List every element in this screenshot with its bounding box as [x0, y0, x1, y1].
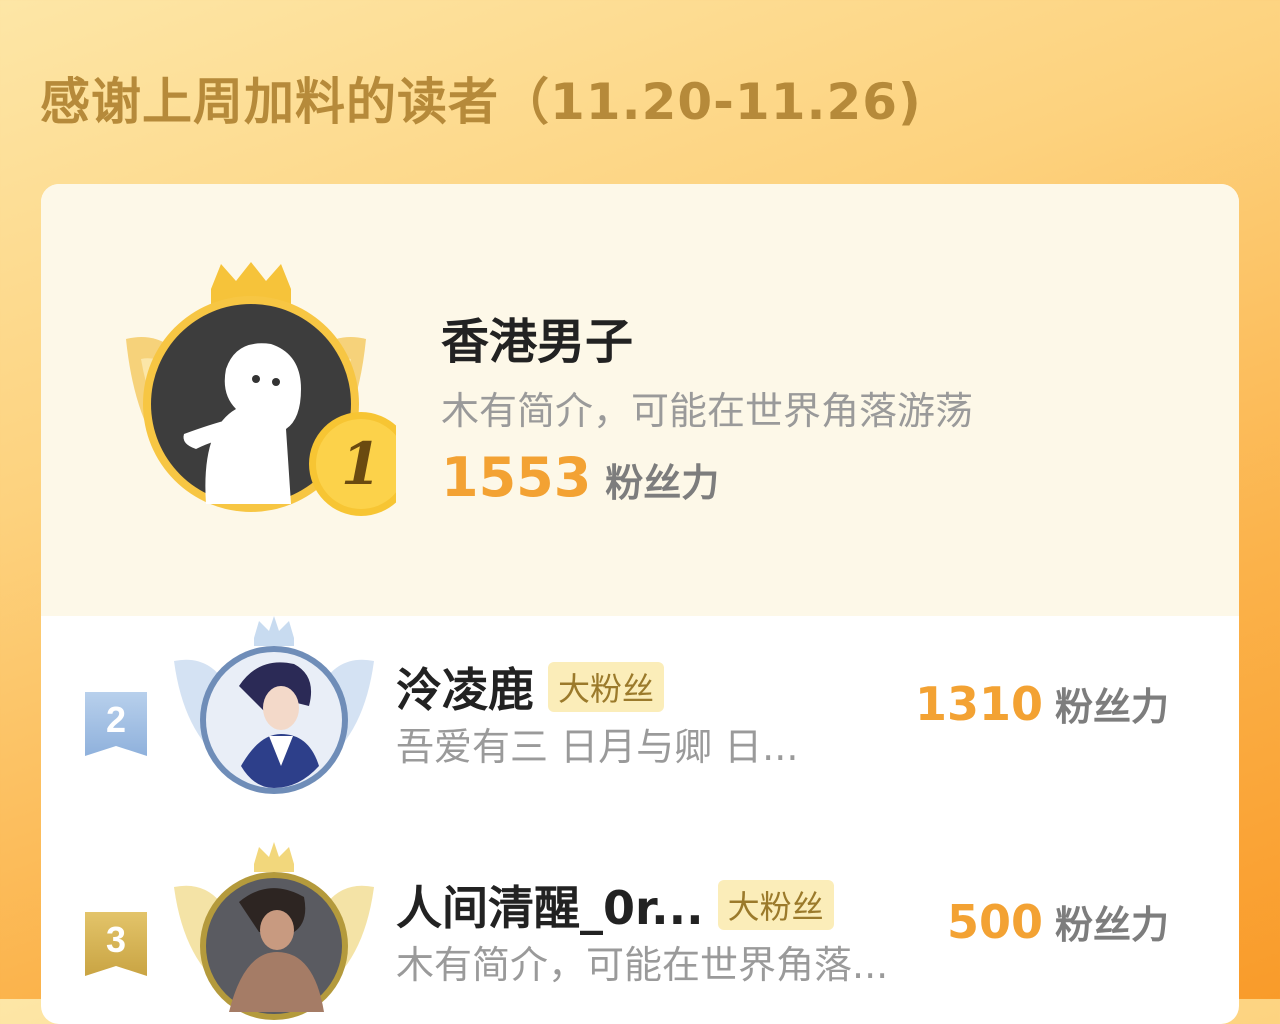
top-reader-score-value: 1553	[441, 446, 592, 509]
reader-name-line: 泠凌鹿 大粉丝	[396, 654, 665, 720]
avatar	[174, 616, 374, 794]
reader-name[interactable]: 人间清醒_0r...	[396, 872, 704, 938]
rank-number: 2	[106, 699, 126, 740]
top-reader-score-unit: 粉丝力	[605, 461, 720, 505]
medal-icon: 1	[309, 412, 396, 516]
reader-name-line: 人间清醒_0r... 大粉丝	[396, 872, 834, 938]
avatar	[174, 842, 374, 1020]
reader-score-unit: 粉丝力	[1054, 903, 1169, 947]
reader-row-3[interactable]: 3 人间清醒_0r... 大粉丝 木有简介，可能在世界角落... 500 粉丝力	[41, 834, 1239, 1024]
fan-level-badge: 大粉丝	[548, 662, 665, 712]
reader-bio: 木有简介，可能在世界角落...	[396, 943, 889, 987]
fan-level-badge: 大粉丝	[717, 880, 834, 930]
top-reader-bio: 木有简介，可能在世界角落游荡	[441, 389, 974, 433]
svg-text:1: 1	[341, 430, 381, 498]
reader-name[interactable]: 泠凌鹿	[396, 654, 534, 720]
reader-score: 1310 粉丝力	[915, 676, 1169, 731]
reader-score-unit: 粉丝力	[1054, 685, 1169, 729]
page-title: 感谢上周加料的读者（11.20-11.26)	[40, 73, 922, 131]
rank-flag-icon: 2	[85, 692, 147, 756]
rank-number: 3	[106, 919, 126, 960]
top-reader-avatar-group[interactable]: 1	[96, 259, 396, 539]
reader-score-value: 500	[946, 895, 1043, 949]
reader-score-value: 1310	[914, 677, 1043, 731]
reader-score: 500 粉丝力	[947, 894, 1169, 949]
rank-flag-icon: 3	[85, 912, 147, 976]
reader-ranking-card: 1 香港男子 木有简介，可能在世界角落游荡 1553 粉丝力 2 泠凌鹿 大粉丝…	[41, 184, 1239, 1024]
reader-row-2[interactable]: 2 泠凌鹿 大粉丝 吾爱有三 日月与卿 日... 1310 粉丝力	[41, 616, 1239, 816]
top-reader-name[interactable]: 香港男子	[441, 302, 633, 372]
top-reader-score: 1553 粉丝力	[441, 446, 719, 509]
reader-bio: 吾爱有三 日月与卿 日...	[396, 725, 799, 769]
